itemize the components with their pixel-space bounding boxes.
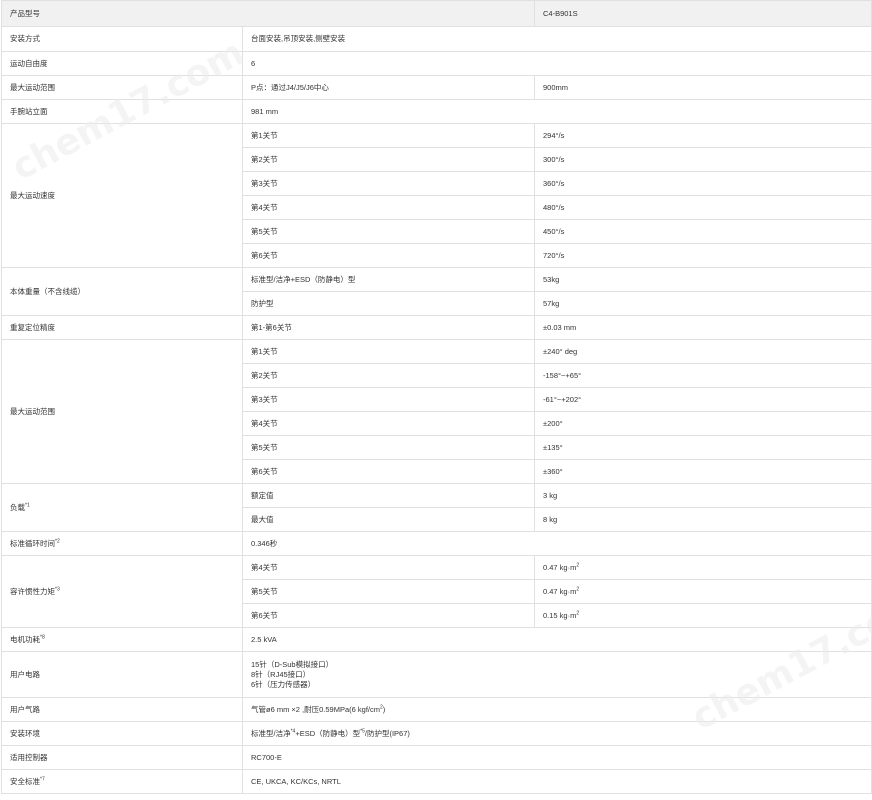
table-row: 本体重量（不含线缆） 标准型/洁净+ESD（防静电）型 53kg — [1, 267, 872, 316]
table-row: 最大运动范围 第1关节 ±240° deg — [1, 339, 872, 484]
wiring-line: 8针（RJ45接口） — [251, 669, 311, 679]
env-label: 安装环境 — [1, 721, 243, 746]
speed-joint: 第2关节 — [242, 147, 535, 172]
header-label: 产品型号 — [1, 0, 535, 27]
speed-joint: 第6关节 — [242, 243, 535, 268]
safety-label: 安全标准*7 — [1, 769, 243, 794]
speed-value: 480°/s — [534, 195, 872, 220]
env-value: 标准型/洁净*4+ESD（防静电）型*5/防护型(IP67) — [242, 721, 872, 746]
table-row: 标准循环时间*2 0.346秒 — [1, 531, 872, 556]
range-joint: 第1关节 — [242, 339, 535, 364]
power-value: 2.5 kVA — [242, 627, 872, 652]
dof-label: 运动自由度 — [1, 51, 243, 76]
inertia-joint: 第4关节 — [242, 555, 535, 580]
table-row: 安装环境 标准型/洁净*4+ESD（防静电）型*5/防护型(IP67) — [1, 721, 872, 746]
inertia-value: 0.15 kg·m2 — [534, 603, 872, 628]
speed-joint: 第4关节 — [242, 195, 535, 220]
range-value: ±135° — [534, 435, 872, 460]
spec-table: 产品型号 C4-B901S 安装方式 台面安装,吊顶安装,侧壁安装 运动自由度 … — [1, 0, 872, 794]
table-row: 负载*1 额定值 3 kg — [1, 483, 872, 532]
cycle-label: 标准循环时间*2 — [1, 531, 243, 556]
dof-value: 6 — [242, 51, 872, 76]
range-label: 最大运动范围 — [1, 339, 243, 484]
table-row: 电机功耗*8 2.5 kVA — [1, 627, 872, 652]
header-row: 产品型号 C4-B901S — [1, 0, 872, 27]
controller-value: RC700-E — [242, 745, 872, 770]
range-value: -61°~+202° — [534, 387, 872, 412]
range-joint: 第2关节 — [242, 363, 535, 388]
table-row: 安装方式 台面安装,吊顶安装,侧壁安装 — [1, 26, 872, 52]
wiring-line: 6针（压力传感器） — [251, 679, 316, 689]
install-label: 安装方式 — [1, 26, 243, 52]
speed-joint: 第3关节 — [242, 171, 535, 196]
payload-type: 最大值 — [242, 507, 535, 532]
payload-value: 8 kg — [534, 507, 872, 532]
speed-label: 最大运动速度 — [1, 123, 243, 268]
table-row: 最大运动速度 第1关节 294°/s — [1, 123, 872, 268]
reach-label: 最大运动范围 — [1, 75, 243, 100]
inertia-label: 容许惯性力矩*3 — [1, 555, 243, 628]
payload-type: 额定值 — [242, 483, 535, 508]
table-row: 运动自由度 6 — [1, 51, 872, 76]
table-row: 最大运动范围 P点：通过J4/J5/J6中心 900mm — [1, 75, 872, 100]
power-label: 电机功耗*8 — [1, 627, 243, 652]
table-row: 安全标准*7 CE, UKCA, KC/KCs, NRTL — [1, 769, 872, 794]
speed-value: 720°/s — [534, 243, 872, 268]
weight-value: 53kg — [534, 267, 872, 292]
inertia-value: 0.47 kg·m2 — [534, 579, 872, 604]
speed-value: 360°/s — [534, 171, 872, 196]
air-label: 用户气路 — [1, 697, 243, 722]
speed-value: 300°/s — [534, 147, 872, 172]
cycle-value: 0.346秒 — [242, 531, 872, 556]
wiring-line: 15针（D-Sub模拟接口） — [251, 659, 334, 669]
range-value: -158°~+65° — [534, 363, 872, 388]
table-row: 用户电路 15针（D-Sub模拟接口） 8针（RJ45接口） 6针（压力传感器） — [1, 651, 872, 698]
payload-value: 3 kg — [534, 483, 872, 508]
table-row: 手腕站立面 981 mm — [1, 99, 872, 124]
table-row: 适用控制器 RC700-E — [1, 745, 872, 770]
range-joint: 第5关节 — [242, 435, 535, 460]
range-value: ±200° — [534, 411, 872, 436]
weight-label: 本体重量（不含线缆） — [1, 267, 243, 316]
install-value: 台面安装,吊顶安装,侧壁安装 — [242, 26, 872, 52]
table-row: 用户气路 气管ø6 mm ×2 ,耐压0.59MPa(6 kgf/cm2) — [1, 697, 872, 722]
arm-height-label: 手腕站立面 — [1, 99, 243, 124]
table-row: 重复定位精度 第1-第6关节 ±0.03 mm — [1, 315, 872, 340]
range-joint: 第3关节 — [242, 387, 535, 412]
repeat-joint: 第1-第6关节 — [242, 315, 535, 340]
repeat-label: 重复定位精度 — [1, 315, 243, 340]
reach-point: P点：通过J4/J5/J6中心 — [242, 75, 535, 100]
arm-height-value: 981 mm — [242, 99, 872, 124]
weight-type: 防护型 — [242, 291, 535, 316]
weight-value: 57kg — [534, 291, 872, 316]
weight-type: 标准型/洁净+ESD（防静电）型 — [242, 267, 535, 292]
safety-value: CE, UKCA, KC/KCs, NRTL — [242, 769, 872, 794]
repeat-value: ±0.03 mm — [534, 315, 872, 340]
inertia-joint: 第5关节 — [242, 579, 535, 604]
reach-value: 900mm — [534, 75, 872, 100]
range-joint: 第6关节 — [242, 459, 535, 484]
wiring-label: 用户电路 — [1, 651, 243, 698]
speed-joint: 第5关节 — [242, 219, 535, 244]
table-row: 容许惯性力矩*3 第4关节 0.47 kg·m2 — [1, 555, 872, 628]
air-value: 气管ø6 mm ×2 ,耐压0.59MPa(6 kgf/cm2) — [242, 697, 872, 722]
controller-label: 适用控制器 — [1, 745, 243, 770]
payload-label: 负载*1 — [1, 483, 243, 532]
speed-value: 294°/s — [534, 123, 872, 148]
range-value: ±240° deg — [534, 339, 872, 364]
range-joint: 第4关节 — [242, 411, 535, 436]
inertia-joint: 第6关节 — [242, 603, 535, 628]
inertia-value: 0.47 kg·m2 — [534, 555, 872, 580]
speed-value: 450°/s — [534, 219, 872, 244]
speed-joint: 第1关节 — [242, 123, 535, 148]
range-value: ±360° — [534, 459, 872, 484]
wiring-value: 15针（D-Sub模拟接口） 8针（RJ45接口） 6针（压力传感器） — [242, 651, 872, 698]
header-model: C4-B901S — [534, 0, 872, 27]
